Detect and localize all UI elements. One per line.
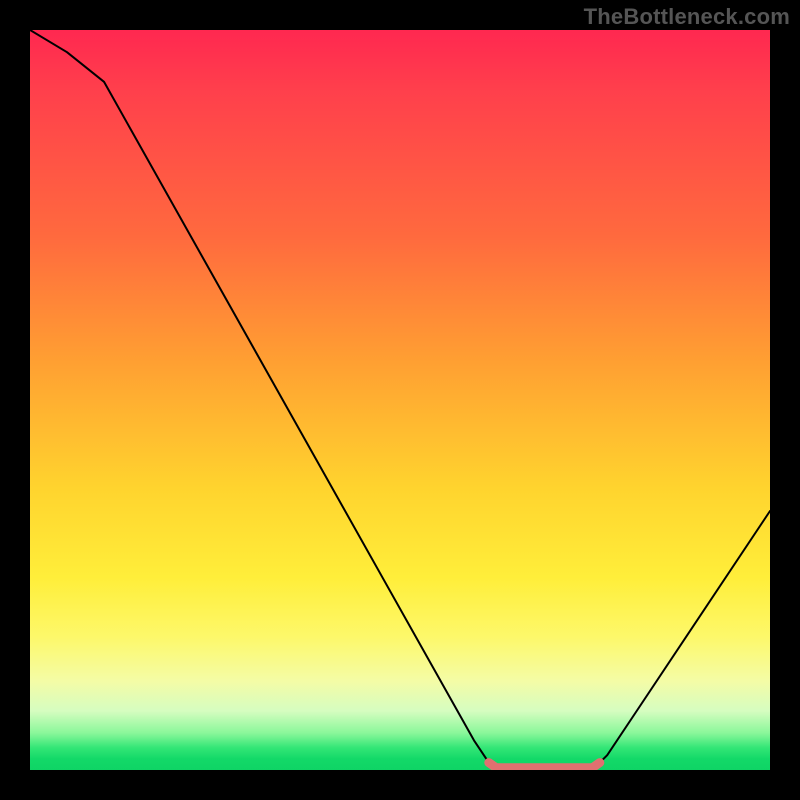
optimal-range-highlight: [489, 763, 600, 768]
attribution-label: TheBottleneck.com: [584, 4, 790, 30]
bottleneck-curve: [30, 30, 770, 768]
chart-frame: TheBottleneck.com: [0, 0, 800, 800]
plot-overlay-svg: [30, 30, 770, 770]
